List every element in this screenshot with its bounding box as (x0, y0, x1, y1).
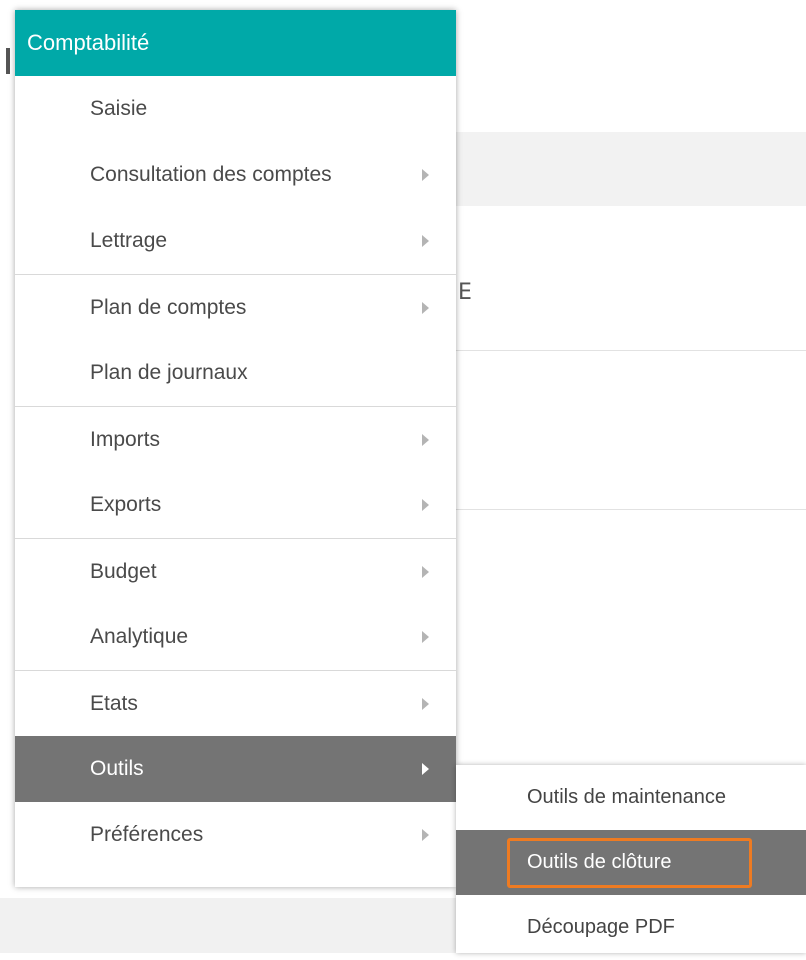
submenu-item-label: Outils de maintenance (527, 786, 727, 808)
menu-item-label: Consultation des comptes (90, 163, 332, 186)
menu-item-outils[interactable]: Outils (15, 736, 456, 802)
menu-item-label: Analytique (90, 625, 189, 648)
background-glyph: E (458, 280, 472, 305)
menu-item-preferences[interactable]: Préférences (15, 802, 456, 868)
chevron-right-icon (422, 631, 429, 643)
chevron-right-icon (422, 565, 429, 578)
menu-item-label: Plan de journaux (90, 361, 248, 384)
menu-item-lettrage[interactable]: Lettrage (15, 208, 456, 274)
menu-item-label: Imports (90, 427, 161, 451)
background-band (455, 132, 806, 206)
menu-item-label: Préférences (90, 823, 204, 846)
chevron-right-icon (422, 169, 429, 181)
menu-item-analytique[interactable]: Analytique (15, 604, 456, 670)
menu-item-etats[interactable]: Etats (15, 670, 456, 736)
submenu-item-label: Découpage PDF (527, 916, 675, 938)
chevron-right-icon (422, 697, 429, 710)
menu-header[interactable]: Comptabilité (15, 10, 456, 76)
submenu-item-outils-de-cloture[interactable]: Outils de clôture (456, 830, 806, 895)
menu-item-plan-de-journaux[interactable]: Plan de journaux (15, 340, 456, 406)
background-footer (0, 898, 456, 953)
menu-item-exports[interactable]: Exports (15, 472, 456, 538)
chevron-right-icon (422, 235, 429, 247)
submenu-item-label: Outils de clôture (527, 851, 672, 873)
menu-item-label: Plan de comptes (90, 295, 247, 319)
menu-item-budget[interactable]: Budget (15, 538, 456, 604)
menu-item-label: Outils (90, 757, 144, 780)
menu-item-label: Lettrage (90, 229, 168, 252)
menu-item-consultation-des-comptes[interactable]: Consultation des comptes (15, 142, 456, 208)
background-edge (6, 48, 10, 74)
outils-submenu: Outils de maintenance Outils de clôture … (456, 765, 806, 953)
chevron-right-icon (422, 829, 429, 841)
menu-item-saisie[interactable]: Saisie (15, 76, 456, 142)
menu-item-label: Saisie (90, 97, 148, 120)
menu-item-label: Etats (90, 691, 138, 715)
chevron-right-icon (422, 763, 429, 775)
menu-item-label: Budget (90, 559, 157, 583)
comptabilite-menu: Comptabilité Saisie Consultation des com… (15, 10, 456, 887)
chevron-right-icon (422, 301, 429, 314)
menu-item-label: Exports (90, 493, 162, 516)
background-divider (455, 350, 806, 351)
menu-title: Comptabilité (27, 30, 150, 55)
chevron-right-icon (422, 499, 429, 511)
submenu-item-decoupage-pdf[interactable]: Découpage PDF (456, 895, 806, 960)
submenu-item-outils-de-maintenance[interactable]: Outils de maintenance (456, 765, 806, 830)
menu-item-imports[interactable]: Imports (15, 406, 456, 472)
background-divider (455, 509, 806, 510)
menu-item-plan-de-comptes[interactable]: Plan de comptes (15, 274, 456, 340)
chevron-right-icon (422, 433, 429, 446)
